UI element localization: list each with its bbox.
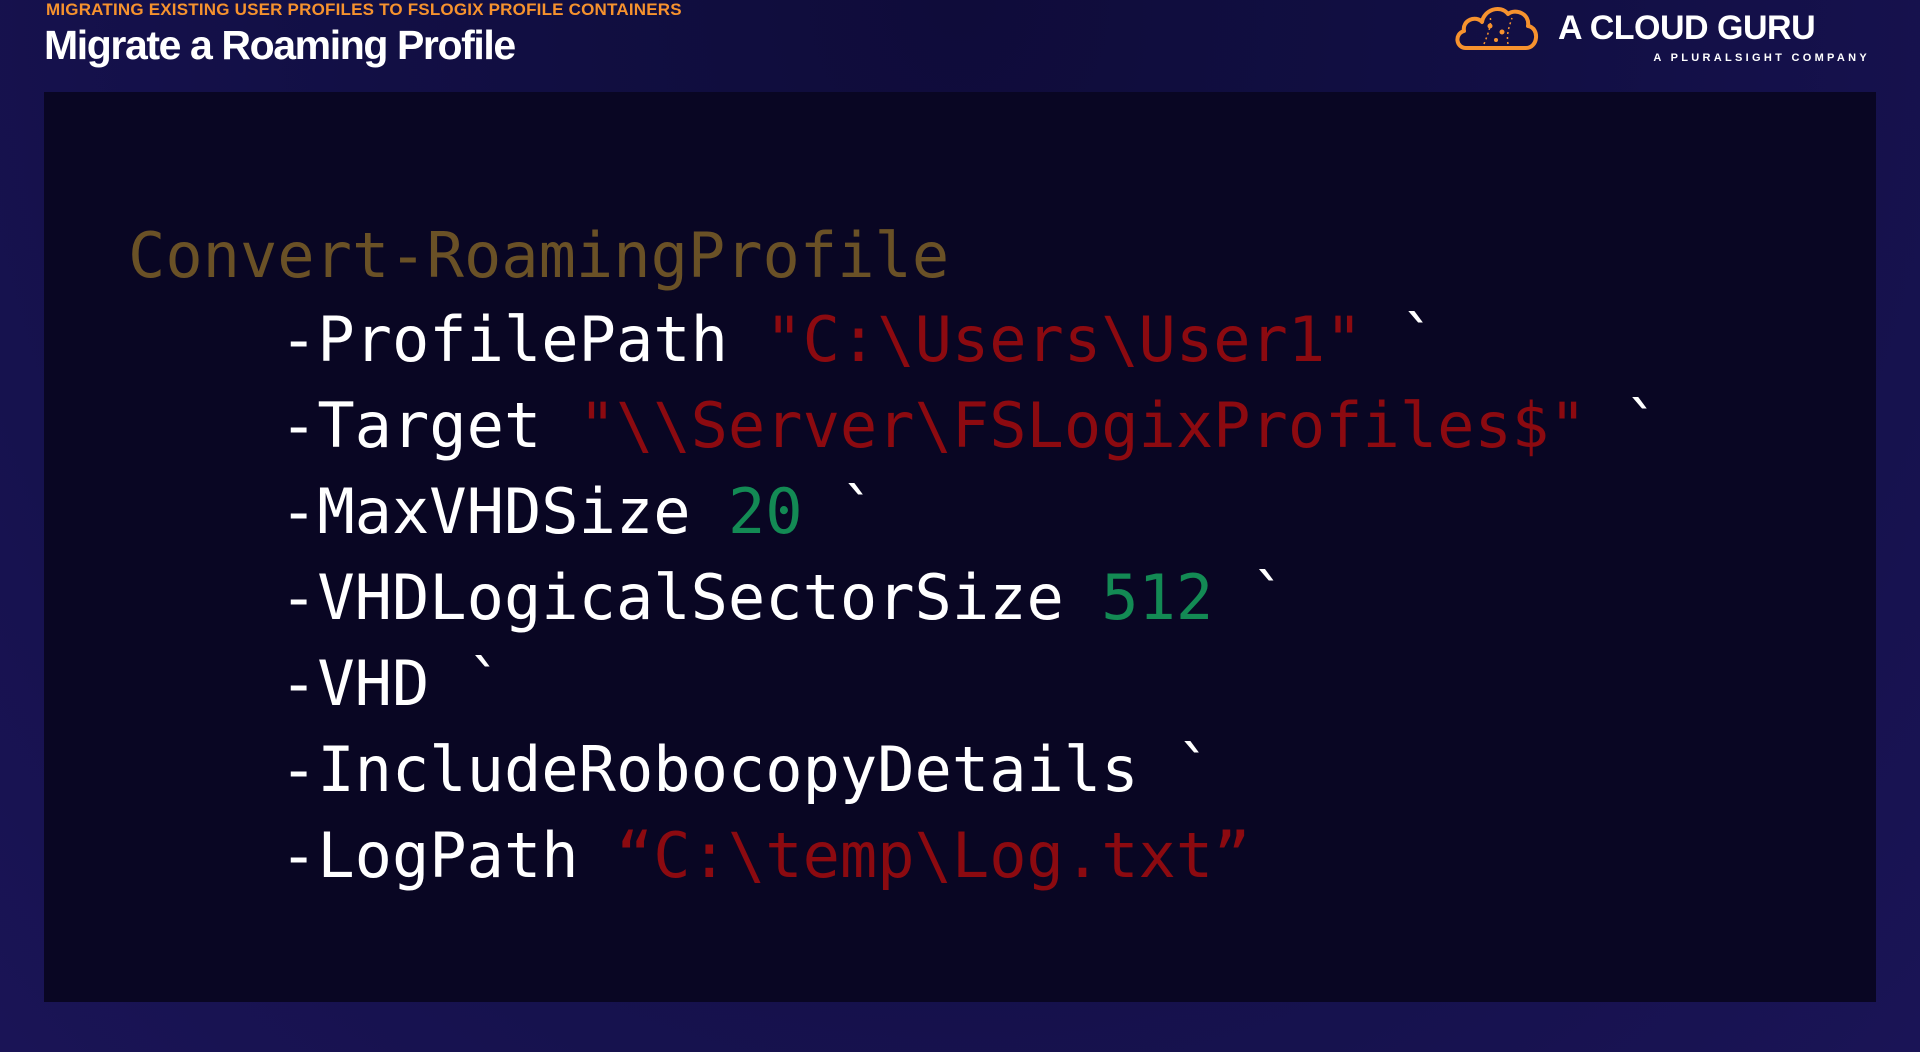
slide-title: Migrate a Roaming Profile — [44, 22, 516, 68]
param-flag: -ProfilePath — [280, 303, 728, 376]
code-param-line: -LogPath “C:\temp\Log.txt” — [280, 816, 1251, 896]
line-continuation: ` — [1623, 389, 1662, 462]
brand-name: A CLOUD GURU — [1558, 9, 1816, 47]
line-continuation: ` — [466, 647, 504, 720]
param-flag: -IncludeRobocopyDetails — [280, 733, 1139, 806]
code-param-line: -VHDLogicalSectorSize 512 ` — [280, 558, 1288, 638]
param-value-string: "C:\Users\User1" — [765, 303, 1363, 376]
param-flag: -VHDLogicalSectorSize — [280, 561, 1064, 634]
param-flag: -LogPath — [280, 819, 579, 892]
line-continuation: ` — [839, 475, 878, 548]
line-continuation: ` — [1250, 561, 1288, 634]
line-continuation: ` — [1399, 303, 1438, 376]
code-param-line: -MaxVHDSize 20 ` — [280, 472, 877, 552]
param-value-string: “C:\temp\Log.txt” — [615, 819, 1251, 892]
code-param-line: -ProfilePath "C:\Users\User1" ` — [280, 300, 1437, 380]
code-panel: Convert-RoamingProfile -ProfilePath "C:\… — [44, 92, 1876, 1002]
param-value-number: 512 — [1101, 561, 1214, 634]
brand-logo: A CLOUD GURU A PLURALSIGHT COMPANY — [1450, 0, 1870, 68]
param-flag: -MaxVHDSize — [280, 475, 691, 548]
line-continuation: ` — [1175, 733, 1214, 806]
brand-tagline: A PLURALSIGHT COMPANY — [1653, 52, 1870, 64]
param-flag: -Target — [280, 389, 542, 462]
cloud-icon — [1455, 6, 1538, 50]
param-value-string: "\\Server\FSLogixProfiles$" — [578, 389, 1587, 462]
code-param-line: -Target "\\Server\FSLogixProfiles$" ` — [280, 386, 1661, 466]
section-eyebrow: MIGRATING EXISTING USER PROFILES TO FSLO… — [46, 0, 682, 19]
param-flag: -VHD — [280, 647, 430, 720]
code-cmdlet-line: Convert-RoamingProfile — [128, 216, 949, 296]
code-param-line: -IncludeRobocopyDetails ` — [280, 730, 1213, 810]
code-param-line: -VHD ` — [280, 644, 504, 724]
cmdlet-name: Convert-RoamingProfile — [128, 219, 950, 292]
param-value-number: 20 — [727, 475, 803, 548]
